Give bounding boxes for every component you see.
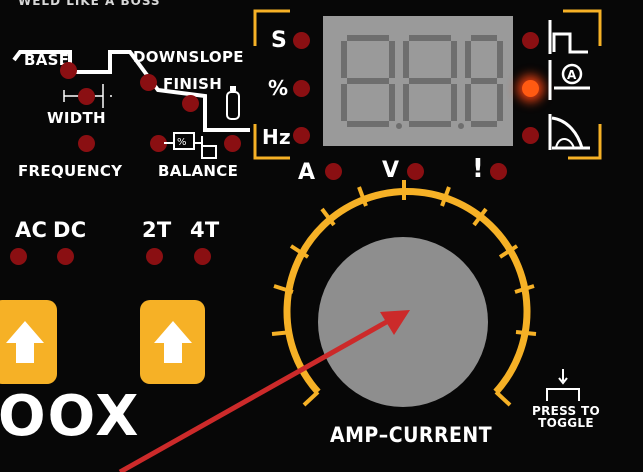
annotation-arrow	[118, 310, 410, 472]
